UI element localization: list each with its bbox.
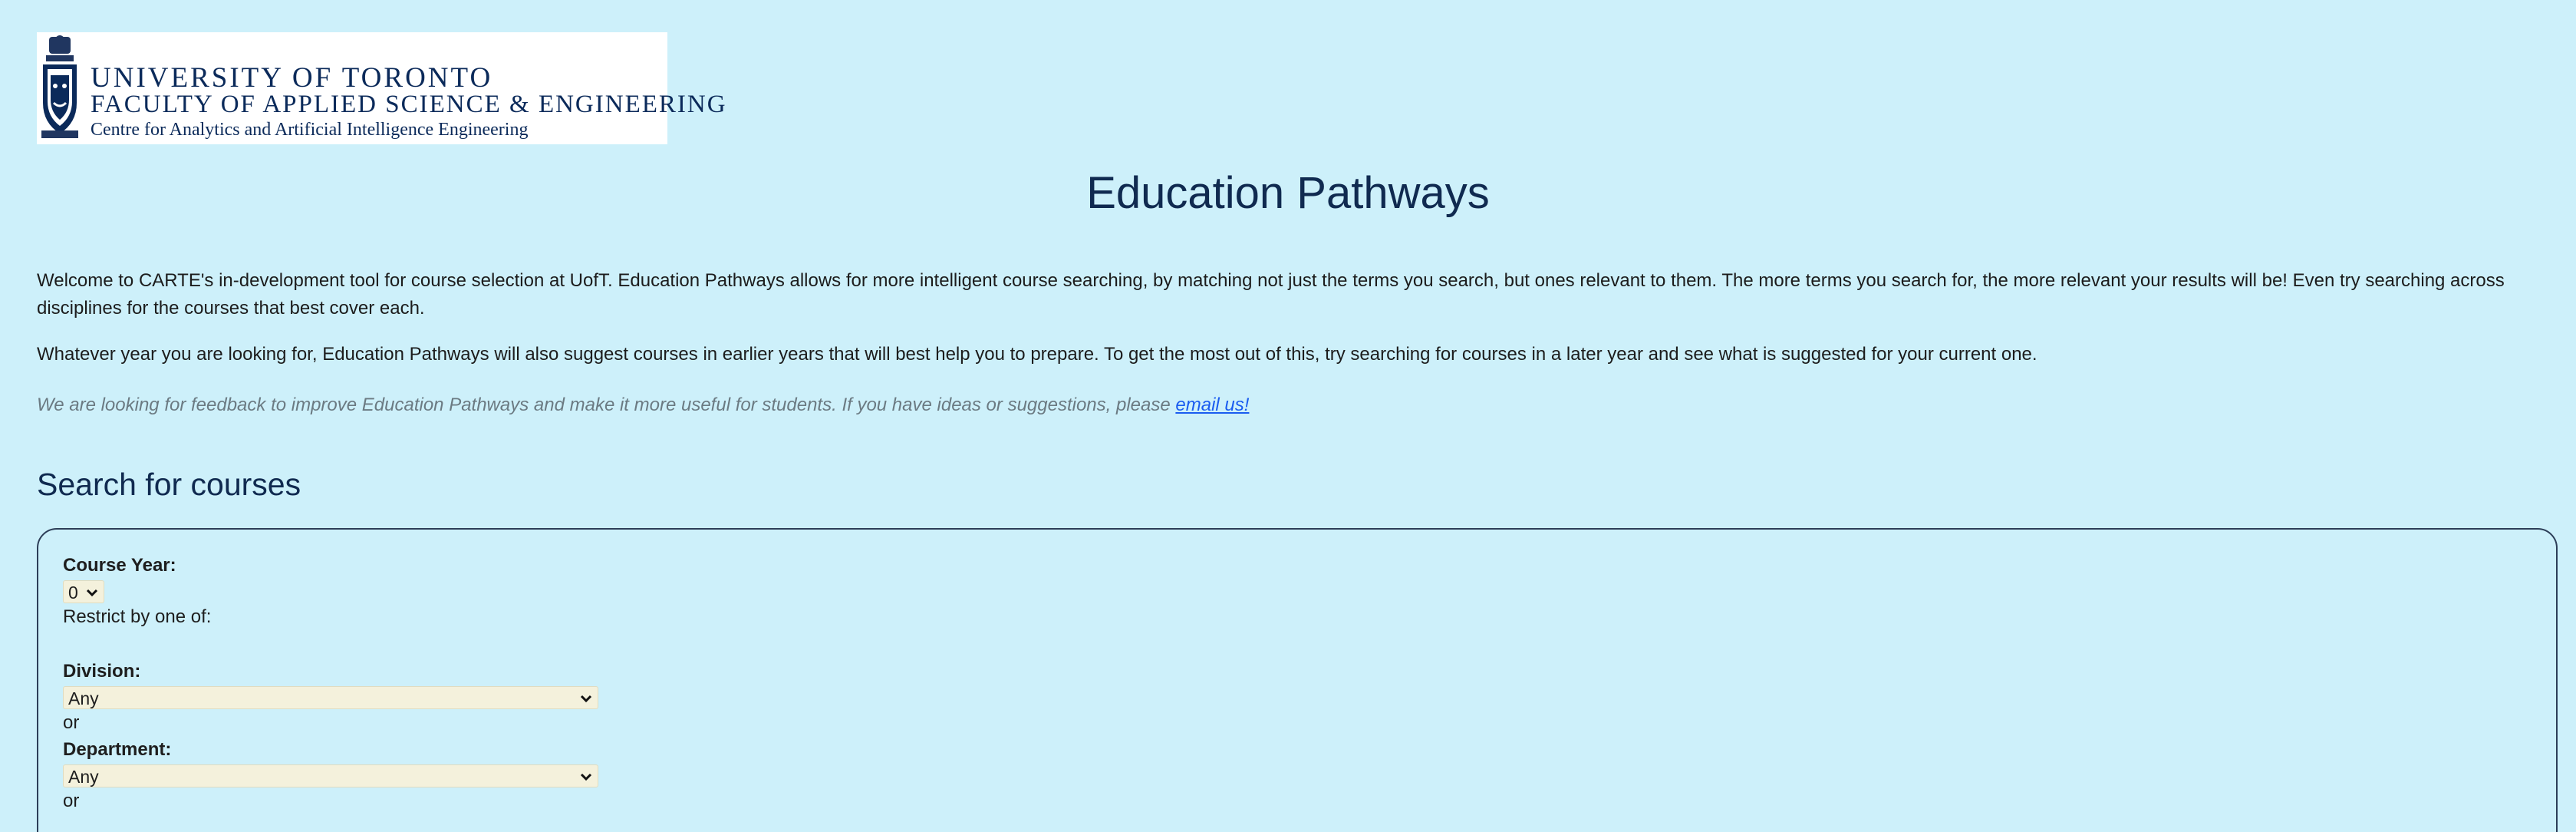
page-title: Education Pathways [1086, 168, 1490, 218]
logo-faculty-name: FACULTY OF APPLIED SCIENCE & ENGINEERING [91, 91, 727, 118]
feedback-note: We are looking for feedback to improve E… [37, 391, 1249, 419]
search-section-title: Search for courses [37, 467, 301, 502]
intro-paragraph-year: Whatever year you are looking for, Educa… [37, 344, 2037, 365]
university-logo: UNIVERSITY OF TORONTO FACULTY OF APPLIED… [37, 32, 726, 144]
restrict-text: Restrict by one of: [63, 606, 212, 627]
course-year-select[interactable]: 0 [63, 580, 104, 603]
division-value: Any [68, 688, 99, 708]
course-year-label: Course Year: [63, 555, 176, 576]
search-form-box: Course Year: 0 Restrict by one of: Divis… [37, 528, 2558, 832]
logo-university-name: UNIVERSITY OF TORONTO [91, 62, 493, 94]
department-label: Department: [63, 739, 172, 760]
chevron-down-icon [580, 695, 592, 703]
email-us-link[interactable]: email us! [1175, 395, 1249, 415]
intro-paragraph: Welcome to CARTE's in-development tool f… [37, 270, 2505, 319]
chevron-down-icon [580, 773, 592, 781]
or-separator: or [63, 712, 80, 733]
division-select[interactable]: Any [63, 686, 598, 709]
chevron-down-icon [86, 589, 98, 597]
division-label: Division: [63, 661, 141, 682]
crest-icon [41, 35, 78, 138]
course-year-value: 0 [68, 583, 78, 603]
department-select[interactable]: Any [63, 764, 598, 787]
search-form: Course Year: 0 Restrict by one of: Divis… [63, 553, 598, 815]
department-value: Any [68, 767, 99, 787]
or-separator: or [63, 791, 80, 811]
feedback-text: We are looking for feedback to improve E… [37, 395, 1176, 415]
logo-centre-name: Centre for Analytics and Artificial Inte… [91, 120, 529, 140]
page: UNIVERSITY OF TORONTO FACULTY OF APPLIED… [0, 0, 2576, 832]
